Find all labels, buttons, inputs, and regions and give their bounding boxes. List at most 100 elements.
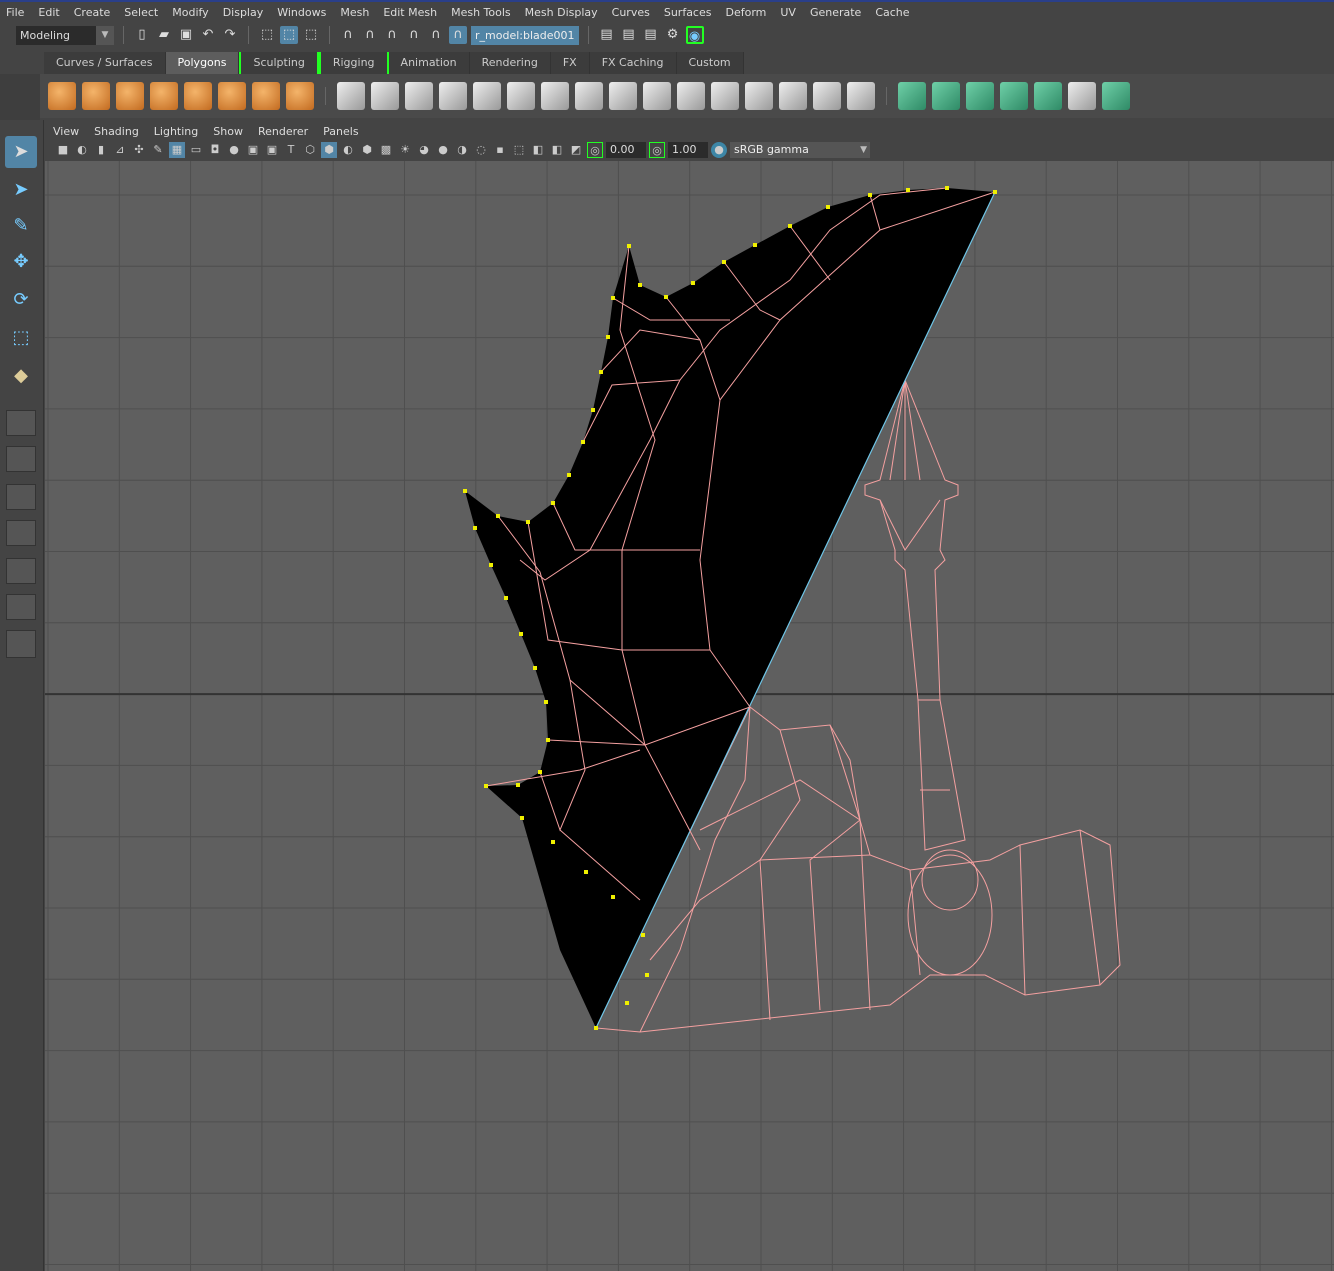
grid-icon[interactable]: ▦ [169,142,185,158]
unfold-uv-icon[interactable] [1102,82,1130,110]
gamma-field[interactable]: 1.00 [668,142,708,158]
cylindrical-uv-icon[interactable] [932,82,960,110]
shadows-icon[interactable]: ◕ [416,142,432,158]
bridge-icon[interactable] [541,82,569,110]
shelf-tab-rigging[interactable]: Rigging [318,52,389,74]
target-weld-icon[interactable] [609,82,637,110]
safe-title-icon[interactable]: T [283,142,299,158]
poly-cube-icon[interactable] [82,82,110,110]
depth-of-field-icon[interactable]: ▪ [492,142,508,158]
snap-point-icon[interactable]: ∩ [383,26,401,44]
select-component-icon[interactable]: ⬚ [302,26,320,44]
poly-plane-icon[interactable] [184,82,212,110]
select-tool-icon[interactable]: ➤ [5,136,37,168]
anti-aliasing-icon[interactable]: ◌ [473,142,489,158]
camera-icon[interactable]: ■ [55,142,71,158]
panel-menu-shading[interactable]: Shading [94,125,139,138]
menu-create[interactable]: Create [74,6,111,19]
menu-edit[interactable]: Edit [38,6,59,19]
bevel-icon[interactable] [473,82,501,110]
viewport-canvas[interactable] [45,161,1334,1271]
shelf-tab-fx-caching[interactable]: FX Caching [589,52,677,74]
snap-grid-icon[interactable]: ∩ [339,26,357,44]
2d-pan-zoom-icon[interactable]: ✣ [131,142,147,158]
shelf-tab-animation[interactable]: Animation [388,52,470,74]
separate-icon[interactable] [371,82,399,110]
shelf-tab-custom[interactable]: Custom [676,52,744,74]
quad-draw-icon[interactable] [643,82,671,110]
spherical-uv-icon[interactable] [966,82,994,110]
panel-menu-show[interactable]: Show [213,125,243,138]
poly-cone-icon[interactable] [150,82,178,110]
image-plane-icon[interactable]: ⊿ [112,142,128,158]
menu-edit-mesh[interactable]: Edit Mesh [383,6,437,19]
checker-uv-icon[interactable] [1068,82,1096,110]
shelf-tab-fx[interactable]: FX [550,52,590,74]
lasso-tool-icon[interactable]: ➤ [5,174,37,206]
menu-mesh-display[interactable]: Mesh Display [525,6,598,19]
panel-menu-panels[interactable]: Panels [323,125,358,138]
menu-modify[interactable]: Modify [172,6,208,19]
textured-icon[interactable]: ▩ [378,142,394,158]
view-transform-dropdown[interactable]: sRGB gamma ▼ [730,142,870,158]
shelf-tab-polygons[interactable]: Polygons [165,52,240,74]
perspective-viewport[interactable] [45,161,1334,1271]
last-tool-icon[interactable]: ◆ [5,360,37,392]
xray-components-icon[interactable]: ◩ [568,142,584,158]
ipr-render-icon[interactable]: ▤ [642,26,660,44]
poly-torus-icon[interactable] [218,82,246,110]
panel-menu-lighting[interactable]: Lighting [154,125,198,138]
color-management-icon[interactable]: ● [711,142,727,158]
uv-editor-icon[interactable] [1034,82,1062,110]
field-chart-icon[interactable]: ▣ [245,142,261,158]
merge-icon[interactable] [779,82,807,110]
safe-action-icon[interactable]: ▣ [264,142,280,158]
extrude-icon[interactable] [507,82,535,110]
mirror-icon[interactable] [677,82,705,110]
snap-curve-icon[interactable]: ∩ [361,26,379,44]
menu-surfaces[interactable]: Surfaces [664,6,712,19]
menu-windows[interactable]: Windows [277,6,326,19]
move-tool-icon[interactable]: ✥ [5,246,37,278]
gate-mask-icon[interactable]: ● [226,142,242,158]
render-settings-icon[interactable]: ⚙ [664,26,682,44]
gamma-icon[interactable]: ◎ [649,142,665,158]
uv-layout-icon[interactable] [6,594,36,620]
four-pane-layout-icon[interactable] [6,446,36,472]
automatic-uv-icon[interactable] [1000,82,1028,110]
shelf-tab-rendering[interactable]: Rendering [469,52,551,74]
poly-pyramid-icon[interactable] [252,82,280,110]
shelf-tab-curves-surfaces[interactable]: Curves / Surfaces [44,52,166,74]
use-all-lights-icon[interactable]: ☀ [397,142,413,158]
smooth-shade-icon[interactable]: ⬢ [321,142,337,158]
select-hierarchy-icon[interactable]: ⬚ [258,26,276,44]
poly-sphere-icon[interactable] [48,82,76,110]
wireframe-on-shaded-icon[interactable]: ⬢ [359,142,375,158]
render-view-icon[interactable]: ▤ [598,26,616,44]
exposure-field[interactable]: 0.00 [606,142,646,158]
save-scene-icon[interactable]: ▣ [177,26,195,44]
menu-generate[interactable]: Generate [810,6,861,19]
film-gate-icon[interactable]: ▭ [188,142,204,158]
rotate-tool-icon[interactable]: ⟳ [5,284,37,316]
mode-dropdown[interactable]: Modeling ▼ [16,25,114,45]
menu-select[interactable]: Select [124,6,158,19]
outliner-layout-icon[interactable] [6,484,36,510]
boolean-icon[interactable] [813,82,841,110]
exposure-icon[interactable]: ◎ [587,142,603,158]
grease-pencil-icon[interactable]: ✎ [150,142,166,158]
snap-view-plane-icon[interactable]: ∩ [405,26,423,44]
paint-select-tool-icon[interactable]: ✎ [5,210,37,242]
undo-icon[interactable]: ↶ [199,26,217,44]
camera-attributes-icon[interactable]: ◐ [74,142,90,158]
snap-surface-icon[interactable]: ∩ [427,26,445,44]
wireframe-icon[interactable]: ⬡ [302,142,318,158]
render-frame-icon[interactable]: ▤ [620,26,638,44]
xray-icon[interactable]: ◧ [530,142,546,158]
use-default-material-icon[interactable]: ◐ [340,142,356,158]
open-scene-icon[interactable]: ▰ [155,26,173,44]
hypershade-layout-icon[interactable] [6,558,36,584]
menu-deform[interactable]: Deform [725,6,766,19]
menu-curves[interactable]: Curves [612,6,650,19]
scale-tool-icon[interactable]: ⬚ [5,322,37,354]
